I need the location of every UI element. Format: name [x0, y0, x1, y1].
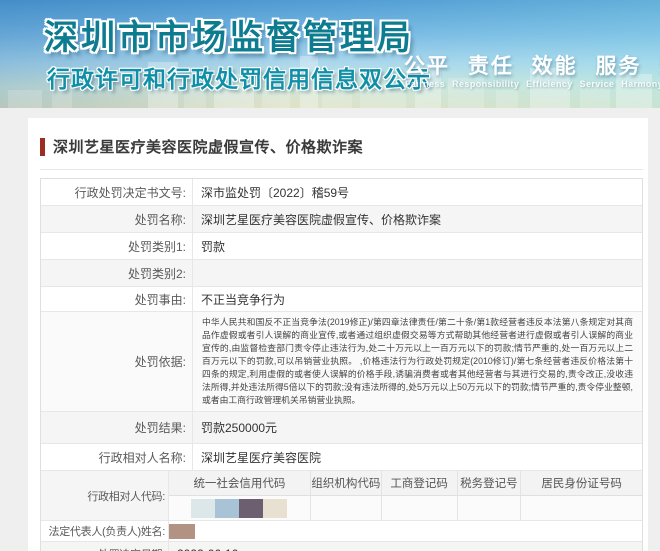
row-penalty-doc-number: 行政处罚决定书文号: 深市监处罚〔2022〕稽59号 [41, 179, 642, 206]
row-penalty-category-2: 处罚类别2: [41, 260, 642, 287]
business-reg-cell [382, 496, 458, 520]
field-label: 处罚类别2: [41, 260, 193, 286]
row-party-name: 行政相对人名称: 深圳艺星医疗美容医院 [41, 444, 642, 471]
field-label: 处罚事由: [41, 287, 193, 311]
field-label: 处罚依据: [41, 312, 193, 411]
case-title: 深圳艺星医疗美容医院虚假宣传、价格欺诈案 [53, 136, 363, 157]
party-codes-table: 统一社会信用代码 组织机构代码 工商登记码 税务登记号 居民身份证号码 [169, 471, 642, 520]
redacted-code-block [191, 499, 215, 518]
case-title-row: 深圳艺星医疗美容医院虚假宣传、价格欺诈案 [40, 130, 643, 170]
field-label: 行政相对人名称: [41, 444, 193, 470]
field-label: 处罚决定日期: [41, 542, 169, 551]
tax-reg-cell [458, 496, 522, 520]
field-value: 2022-06-10 [169, 542, 642, 551]
building-silhouette [8, 90, 42, 108]
column-header: 工商登记码 [382, 471, 458, 495]
slogan-chinese: 公平 责任 效能 服务 和谐 [404, 50, 660, 80]
row-decision-date: 处罚决定日期: 2022-06-10 [41, 542, 642, 551]
credit-code-cell [169, 496, 311, 520]
field-value: 罚款 [193, 233, 642, 259]
field-label: 处罚类别1: [41, 233, 193, 259]
building-silhouette [496, 90, 518, 108]
title-marker [40, 138, 45, 156]
row-penalty-basis: 处罚依据: 中华人民共和国反不正当竞争法(2019修正)/第四章法律责任/第二十… [41, 312, 642, 412]
column-header: 居民身份证号码 [521, 471, 642, 495]
field-label: 行政相对人代码: [41, 471, 169, 520]
row-penalty-category-1: 处罚类别1: 罚款 [41, 233, 642, 260]
column-header: 组织机构代码 [311, 471, 382, 495]
redacted-code-block [263, 499, 287, 518]
field-label: 处罚名称: [41, 206, 193, 232]
field-value [169, 521, 642, 541]
content-card: 深圳艺星医疗美容医院虚假宣传、价格欺诈案 行政处罚决定书文号: 深市监处罚〔20… [28, 118, 648, 551]
slogan-english: Fairness Responsibility Efficiency Servi… [405, 79, 660, 89]
field-value: 深圳艺星医疗美容医院虚假宣传、价格欺诈案 [193, 206, 642, 232]
redacted-code-block [215, 499, 239, 518]
row-penalty-result: 处罚结果: 罚款250000元 [41, 412, 642, 444]
penalty-table: 行政处罚决定书文号: 深市监处罚〔2022〕稽59号 处罚名称: 深圳艺星医疗美… [40, 178, 643, 551]
site-subtitle: 行政许可和行政处罚信用信息双公示 [47, 60, 431, 94]
site-title: 深圳市市场监督管理局 [44, 10, 414, 59]
field-value: 中华人民共和国反不正当竞争法(2019修正)/第四章法律责任/第二十条/第1款经… [193, 312, 642, 411]
row-legal-representative: 法定代表人(负责人)姓名: [41, 521, 642, 542]
field-value: 不正当竞争行为 [193, 287, 642, 311]
field-value: 深市监处罚〔2022〕稽59号 [193, 179, 642, 205]
field-value: 罚款250000元 [193, 412, 642, 443]
row-penalty-name: 处罚名称: 深圳艺星医疗美容医院虚假宣传、价格欺诈案 [41, 206, 642, 233]
redacted-name-block [169, 524, 195, 539]
org-code-cell [311, 496, 382, 520]
column-header: 税务登记号 [458, 471, 522, 495]
field-label: 行政处罚决定书文号: [41, 179, 193, 205]
party-codes-header-row: 统一社会信用代码 组织机构代码 工商登记码 税务登记号 居民身份证号码 [169, 471, 642, 496]
site-banner: 深圳市市场监督管理局 行政许可和行政处罚信用信息双公示 公平 责任 效能 服务 … [0, 0, 660, 108]
row-penalty-reason: 处罚事由: 不正当竞争行为 [41, 287, 642, 312]
field-value [193, 260, 642, 286]
party-codes-value-row [169, 496, 642, 520]
redacted-code-block [239, 499, 263, 518]
field-label: 法定代表人(负责人)姓名: [41, 521, 169, 541]
field-value: 深圳艺星医疗美容医院 [193, 444, 642, 470]
field-label: 处罚结果: [41, 412, 193, 443]
column-header: 统一社会信用代码 [169, 471, 311, 495]
row-party-codes: 行政相对人代码: 统一社会信用代码 组织机构代码 工商登记码 税务登记号 居民身… [41, 471, 642, 521]
id-number-cell [521, 496, 642, 520]
